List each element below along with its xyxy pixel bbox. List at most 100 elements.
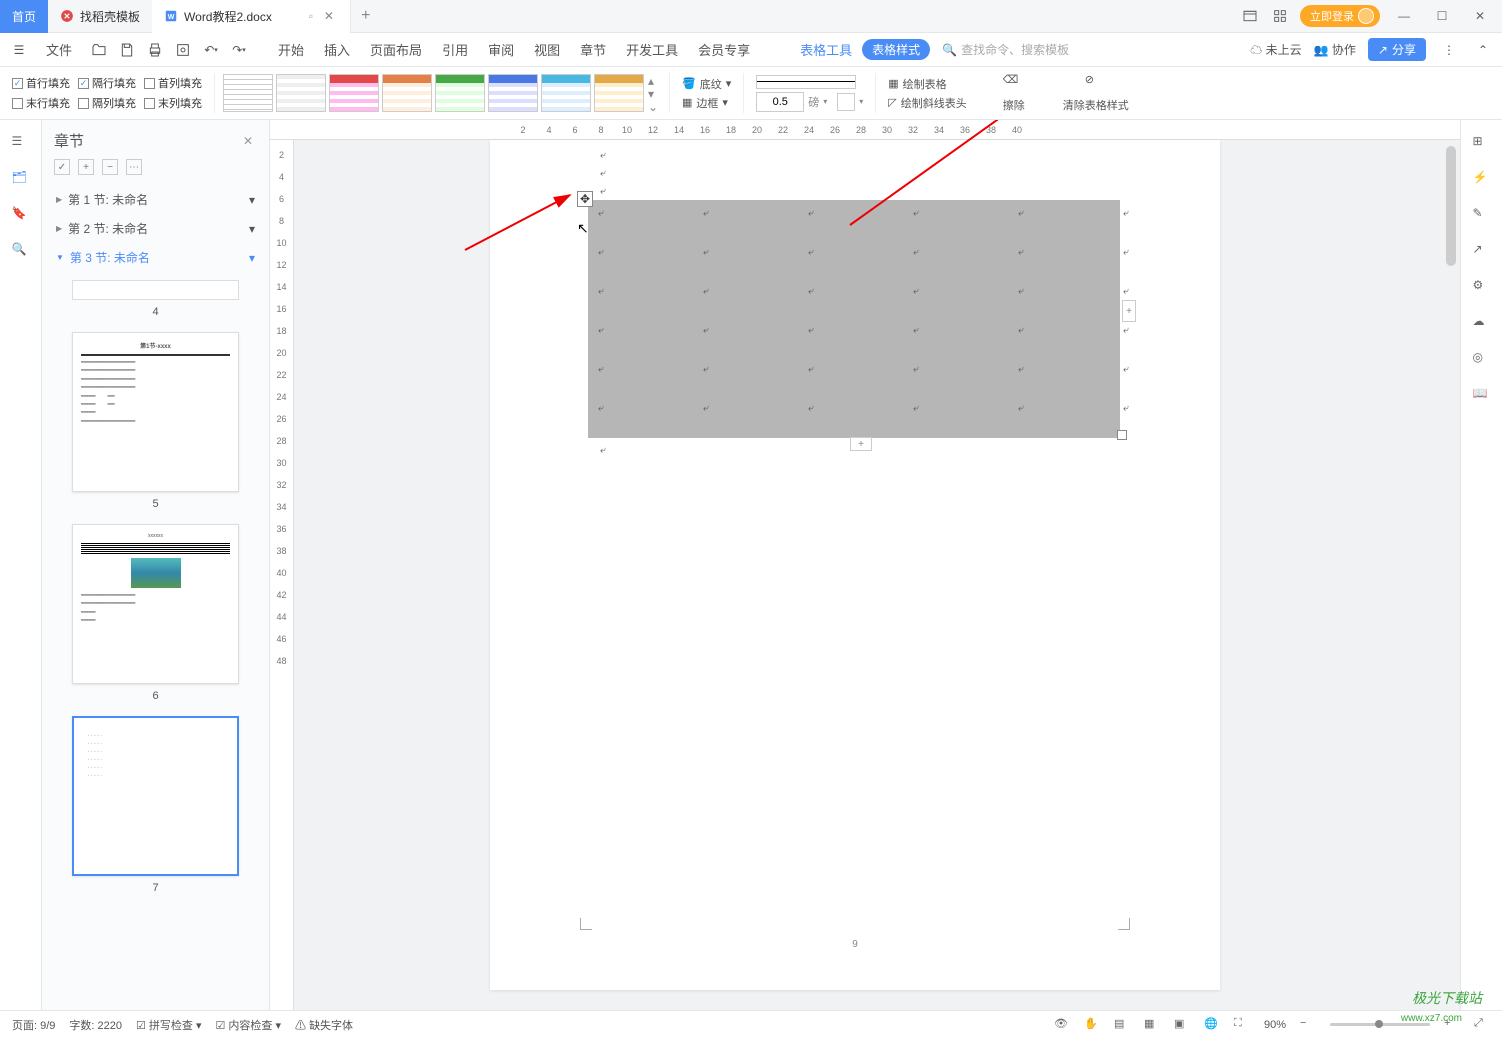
thumbnail-6[interactable]: xxxxxx ━━━━━━━━━━━━━━━━━━━━━━━━━━━━━━━━━… xyxy=(72,524,239,684)
rs-icon-6[interactable]: ☁ xyxy=(1473,314,1491,332)
rs-icon-3[interactable]: ✎ xyxy=(1473,206,1491,224)
menu-table-tools[interactable]: 表格工具 xyxy=(790,40,862,59)
login-button[interactable]: 立即登录 xyxy=(1300,5,1380,27)
print-preview-icon[interactable] xyxy=(172,39,194,61)
selected-table[interactable] xyxy=(588,200,1120,438)
sb-page[interactable]: 页面: 9/9 xyxy=(12,1017,55,1033)
section-2-item[interactable]: ▶第 2 节: 未命名▾ xyxy=(42,214,269,243)
sb-spell[interactable]: ☑ 拼写检查 ▾ xyxy=(136,1017,202,1033)
minimize-button[interactable]: — xyxy=(1390,2,1418,30)
border-button[interactable]: ▦边框 ▾ xyxy=(682,95,731,111)
alt-row-fill-checkbox[interactable]: ✓隔行填充 xyxy=(78,75,136,91)
border-style-selector[interactable] xyxy=(756,75,856,89)
close-button[interactable]: ✕ xyxy=(1466,2,1494,30)
bookmark-icon[interactable]: 🔖 xyxy=(12,206,30,224)
thumbnail-5[interactable]: 第1节-xxxx ━━━━━━━━━━━━━━━━━━━━━━━━━━━━━━━… xyxy=(72,332,239,492)
menu-view[interactable]: 视图 xyxy=(524,40,570,59)
tab-close-icon[interactable]: ✕ xyxy=(324,9,338,23)
style-thumb-1[interactable] xyxy=(223,74,273,112)
thumbnail-7[interactable]: · · · · ·· · · · ·· · · · ·· · · · ·· · … xyxy=(72,716,239,876)
rs-icon-4[interactable]: ↗ xyxy=(1473,242,1491,260)
cloud-status[interactable]: ☁ 未上云 xyxy=(1250,41,1301,58)
gallery-more-icon[interactable]: ⌄ xyxy=(648,100,660,112)
style-thumb-4[interactable] xyxy=(382,74,432,112)
search-box[interactable]: 🔍 查找命令、搜索模板 xyxy=(942,41,1069,58)
menu-start[interactable]: 开始 xyxy=(268,40,314,59)
style-thumb-5[interactable] xyxy=(435,74,485,112)
clear-style-button[interactable]: ⊘ 清除表格样式 xyxy=(1061,73,1131,113)
sb-web-icon[interactable]: 🌐 xyxy=(1204,1017,1220,1033)
rs-icon-2[interactable]: ⚡ xyxy=(1473,170,1491,188)
sb-view2-icon[interactable]: ▦ xyxy=(1144,1017,1160,1033)
menu-dev-tools[interactable]: 开发工具 xyxy=(616,40,688,59)
menu-insert[interactable]: 插入 xyxy=(314,40,360,59)
cp-tool-1[interactable]: ✓ xyxy=(54,159,70,175)
more-icon[interactable]: ⋮ xyxy=(1438,39,1460,61)
sb-view1-icon[interactable]: ▤ xyxy=(1114,1017,1130,1033)
outline-icon[interactable]: ☰ xyxy=(12,134,30,152)
file-menu[interactable]: 文件 xyxy=(36,40,82,59)
add-col-button[interactable]: + xyxy=(1122,300,1136,322)
border-color-selector[interactable] xyxy=(837,93,855,111)
style-thumb-2[interactable] xyxy=(276,74,326,112)
horizontal-ruler[interactable]: 246810121416182022242628303234363840 xyxy=(270,120,1460,140)
collapse-ribbon-icon[interactable]: ⌃ xyxy=(1472,39,1494,61)
menu-page-layout[interactable]: 页面布局 xyxy=(360,40,432,59)
thumbnail-4-part[interactable] xyxy=(72,280,239,300)
page[interactable]: ⤶ ⤶ ⤶ {"rows":6,"cols":6,"top0":68,"left… xyxy=(490,140,1220,990)
eraser-button[interactable]: ⌫ 擦除 xyxy=(979,73,1049,113)
tab-home[interactable]: 首页 xyxy=(0,0,48,33)
open-icon[interactable] xyxy=(88,39,110,61)
share-button[interactable]: ↗ 分享 xyxy=(1368,38,1426,61)
print-icon[interactable] xyxy=(144,39,166,61)
shading-button[interactable]: 🪣底纹 ▾ xyxy=(682,76,731,92)
vertical-ruler[interactable]: 2468101214161820222426283032343638404244… xyxy=(270,140,294,1010)
sb-content[interactable]: ☑ 内容检查 ▾ xyxy=(216,1017,282,1033)
style-thumb-3[interactable] xyxy=(329,74,379,112)
chapter-panel-close[interactable]: ✕ xyxy=(243,134,257,148)
table-move-handle[interactable]: ✥ xyxy=(577,191,593,207)
menu-reference[interactable]: 引用 xyxy=(432,40,478,59)
menu-table-style[interactable]: 表格样式 xyxy=(862,39,930,60)
add-row-button[interactable]: + xyxy=(850,437,872,451)
zoom-value[interactable]: 90% xyxy=(1264,1019,1286,1031)
first-col-fill-checkbox[interactable]: 首列填充 xyxy=(144,75,202,91)
cp-tool-4[interactable]: ⋯ xyxy=(126,159,142,175)
draw-diagonal-button[interactable]: ◸绘制斜线表头 xyxy=(888,95,966,111)
style-thumb-8[interactable] xyxy=(594,74,644,112)
style-thumb-6[interactable] xyxy=(488,74,538,112)
draw-table-button[interactable]: ▦绘制表格 xyxy=(888,76,966,92)
rs-icon-7[interactable]: ◎ xyxy=(1473,350,1491,368)
menu-chapter[interactable]: 章节 xyxy=(570,40,616,59)
section-3-item[interactable]: ▼第 3 节: 未命名▾ xyxy=(42,243,269,272)
search-pane-icon[interactable]: 🔍 xyxy=(12,242,30,260)
table-resize-handle[interactable] xyxy=(1117,430,1127,440)
menu-review[interactable]: 审阅 xyxy=(478,40,524,59)
zoom-out-icon[interactable]: − xyxy=(1300,1017,1316,1033)
sb-expand-icon[interactable]: ⤢ xyxy=(1474,1017,1490,1033)
sb-missing-font[interactable]: ⚠ 缺失字体 xyxy=(295,1017,353,1033)
tab-document[interactable]: W Word教程2.docx ▫ ✕ xyxy=(152,0,351,33)
collab-button[interactable]: 👥 协作 xyxy=(1314,41,1356,58)
first-row-fill-checkbox[interactable]: ✓首行填充 xyxy=(12,75,70,91)
sb-view3-icon[interactable]: ▣ xyxy=(1174,1017,1190,1033)
tab-menu-icon[interactable]: ▫ xyxy=(304,9,318,23)
rs-icon-5[interactable]: ⚙ xyxy=(1473,278,1491,296)
sb-words[interactable]: 字数: 2220 xyxy=(69,1017,122,1033)
alt-col-fill-checkbox[interactable]: 隔列填充 xyxy=(78,95,136,111)
last-col-fill-checkbox[interactable]: 末列填充 xyxy=(144,95,202,111)
last-row-fill-checkbox[interactable]: 末行填充 xyxy=(12,95,70,111)
gallery-down-icon[interactable]: ▾ xyxy=(648,87,660,99)
cp-tool-3[interactable]: − xyxy=(102,159,118,175)
save-icon[interactable] xyxy=(116,39,138,61)
cp-tool-2[interactable]: + xyxy=(78,159,94,175)
chapter-icon[interactable]: 🗂 xyxy=(12,170,30,188)
section-1-item[interactable]: ▶第 1 节: 未命名▾ xyxy=(42,185,269,214)
undo-icon[interactable]: ↶▾ xyxy=(200,39,222,61)
sb-eye-icon[interactable]: 👁 xyxy=(1054,1017,1070,1033)
border-width-input[interactable] xyxy=(756,92,804,112)
apps-icon[interactable] xyxy=(1270,6,1290,26)
redo-icon[interactable]: ↷▾ xyxy=(228,39,250,61)
maximize-button[interactable]: ☐ xyxy=(1428,2,1456,30)
rs-icon-1[interactable]: ⊞ xyxy=(1473,134,1491,152)
